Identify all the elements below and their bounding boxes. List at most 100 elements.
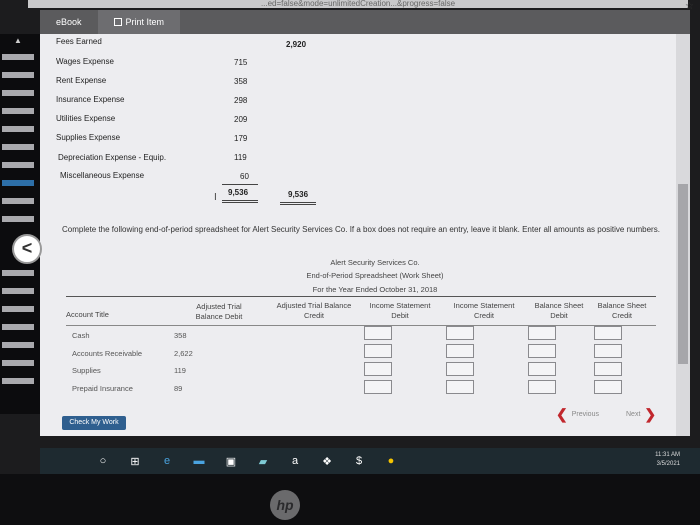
chevron-left-icon: ❮ [556, 405, 568, 422]
nav-item-active[interactable] [2, 180, 34, 186]
sheet-row-value: 358 [174, 331, 187, 340]
nav-item[interactable] [2, 288, 34, 294]
col-atb-credit: Adjusted Trial Balance Credit [276, 301, 352, 320]
windows-taskbar: ○ ⊞ e ▬ ▣ ▰ a ❖ $ ● 11:31 AM 3/5/2021 [40, 448, 700, 474]
previous-button[interactable]: ❮ Previous [556, 406, 599, 422]
company-name: Alert Security Services Co. [330, 258, 420, 267]
is-credit-input[interactable] [446, 380, 474, 394]
nav-item[interactable] [2, 144, 34, 150]
sheet-row-title: Accounts Receivable [72, 349, 143, 358]
is-credit-input[interactable] [446, 326, 474, 340]
is-debit-input[interactable] [364, 380, 392, 394]
clock-date: 3/5/2021 [656, 461, 680, 467]
tab-print-label: Print Item [125, 17, 165, 27]
nav-item[interactable] [2, 270, 34, 276]
tab-print-item[interactable]: Print Item [97, 10, 181, 34]
text-cursor-icon: I [214, 192, 217, 203]
tb-row-title: Utilities Expense [56, 114, 116, 123]
bs-credit-input[interactable] [594, 362, 622, 376]
tb-row-debit: 358 [234, 77, 248, 86]
nav-item[interactable] [2, 90, 34, 96]
tb-row-debit: 119 [234, 153, 247, 162]
hp-logo: hp [270, 490, 300, 520]
is-credit-input[interactable] [446, 344, 474, 358]
col-account-title: Account Title [66, 310, 109, 319]
tb-row-credit: 2,920 [286, 40, 307, 49]
nav-item[interactable] [2, 126, 34, 132]
address-bar[interactable]: ...ed=false&mode=unlimitedCreation...&pr… [28, 0, 688, 8]
clock-time: 11:31 AM [655, 452, 680, 458]
sheet-row-title: Supplies [72, 366, 101, 375]
tb-total-credit: 9,536 [288, 190, 309, 199]
is-credit-input[interactable] [446, 362, 474, 376]
system-clock[interactable]: 11:31 AM 3/5/2021 [655, 451, 680, 469]
nav-item[interactable] [2, 162, 34, 168]
total-double-rule [222, 202, 258, 203]
nav-item[interactable] [2, 54, 34, 60]
col-bs-credit: Balance Sheet Credit [597, 301, 647, 320]
tb-row-title: Supplies Expense [56, 133, 121, 142]
sheet-row-title: Cash [72, 331, 90, 340]
task-view-icon[interactable]: ⊞ [128, 454, 142, 468]
bs-debit-input[interactable] [528, 344, 556, 358]
tb-row-title: Fees Earned [56, 37, 102, 46]
back-arrow-button[interactable]: < [12, 234, 42, 264]
edge-browser-icon[interactable]: e [160, 454, 174, 468]
folder-icon[interactable]: ▰ [256, 454, 270, 468]
dropbox-icon[interactable]: ❖ [320, 454, 334, 468]
nav-item[interactable] [2, 360, 34, 366]
total-double-rule [280, 204, 316, 205]
bs-debit-input[interactable] [528, 362, 556, 376]
scroll-up-icon[interactable]: ▲ [14, 36, 22, 45]
mail-icon[interactable]: ▬ [192, 454, 206, 468]
amazon-icon[interactable]: a [288, 454, 302, 468]
bs-credit-input[interactable] [594, 326, 622, 340]
bs-credit-input[interactable] [594, 344, 622, 358]
is-debit-input[interactable] [364, 326, 392, 340]
sheet-row-value: 89 [174, 384, 183, 393]
tb-row-title: Miscellaneous Expense [60, 171, 145, 180]
tb-row-debit: 298 [234, 96, 248, 105]
tb-row-title: Wages Expense [56, 57, 114, 66]
nav-item[interactable] [2, 306, 34, 312]
scrollbar-thumb[interactable] [678, 184, 688, 364]
total-double-rule [280, 202, 316, 203]
is-debit-input[interactable] [364, 344, 392, 358]
nav-item[interactable] [2, 324, 34, 330]
left-navigation: ▲ [0, 34, 40, 414]
column-rule [66, 325, 656, 326]
bs-debit-input[interactable] [528, 326, 556, 340]
photo-frame: ...ed=false&mode=unlimitedCreation...&pr… [0, 0, 700, 525]
check-my-work-button[interactable]: Check My Work [62, 416, 126, 430]
bs-debit-input[interactable] [528, 380, 556, 394]
nav-item[interactable] [2, 108, 34, 114]
nav-item[interactable] [2, 342, 34, 348]
col-tb-debit: Adjusted Trial Balance Debit [195, 302, 243, 321]
scrollbar[interactable] [676, 34, 690, 436]
tb-row-title: Rent Expense [56, 76, 107, 85]
search-circle-icon[interactable]: ○ [96, 454, 110, 468]
nav-item[interactable] [2, 72, 34, 78]
store-icon[interactable]: ▣ [224, 454, 238, 468]
print-icon [113, 18, 122, 26]
nav-item[interactable] [2, 216, 34, 222]
chrome-icon[interactable]: ● [384, 454, 398, 468]
tb-row-debit: 179 [234, 134, 248, 143]
nav-item[interactable] [2, 378, 34, 384]
tab-bar: eBook Print Item [40, 10, 690, 34]
total-double-rule [222, 200, 258, 201]
header-rule [66, 296, 656, 297]
tb-total-debit: 9,536 [228, 188, 249, 197]
money-icon[interactable]: $ [352, 454, 366, 468]
subtotal-rule [222, 184, 258, 185]
nav-item[interactable] [2, 198, 34, 204]
sheet-row-title: Prepaid Insurance [72, 384, 133, 393]
is-debit-input[interactable] [364, 362, 392, 376]
col-is-debit: Income Statement Debit [369, 301, 431, 320]
tab-ebook[interactable]: eBook [40, 10, 98, 34]
col-is-credit: Income Statement Credit [453, 301, 515, 320]
instructions-text: Complete the following end-of-period spr… [62, 225, 660, 234]
next-button[interactable]: Next ❯ [626, 406, 656, 422]
next-label: Next [626, 410, 641, 418]
bs-credit-input[interactable] [594, 380, 622, 394]
